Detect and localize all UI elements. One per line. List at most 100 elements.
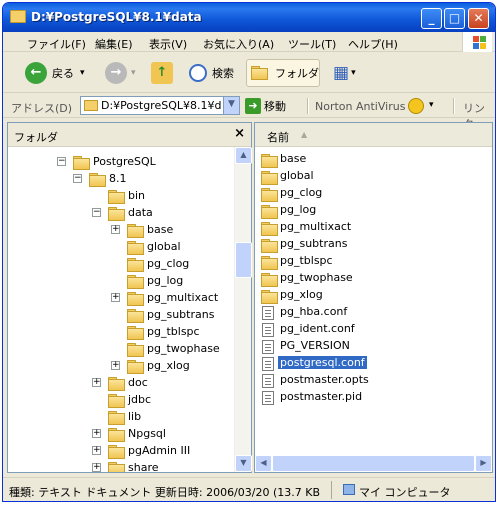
back-button[interactable]: ← 戻る ▾ (25, 59, 85, 87)
name-column-header[interactable]: 名前 ▲ (255, 123, 492, 147)
file-name: pg_multixact (280, 220, 352, 233)
tree-item[interactable]: − PostgreSQL (8, 153, 236, 170)
tree-item[interactable]: + doc (8, 374, 236, 391)
file-row[interactable]: postgresql.conf (259, 355, 459, 372)
norton-antivirus-label[interactable]: Norton AntiVirus (315, 100, 405, 113)
toolbar-separator (307, 98, 309, 114)
file-pane: 名前 ▲ base global pg_clog pg_log pg_multixact… (254, 122, 493, 473)
tree-item[interactable]: + base (8, 221, 236, 238)
tree-item[interactable]: lib (8, 408, 236, 425)
tree-item[interactable]: jdbc (8, 391, 236, 408)
folders-button[interactable]: フォルダ (246, 59, 320, 87)
menu-help[interactable]: ヘルプ(H) (348, 36, 398, 52)
file-row[interactable]: pg_tblspc (259, 253, 459, 270)
expand-icon[interactable]: + (92, 378, 101, 387)
file-row[interactable]: pg_twophase (259, 270, 459, 287)
folders-icon (251, 66, 269, 80)
go-button[interactable]: ➜ 移動 (245, 98, 286, 114)
folder-icon (261, 205, 278, 219)
file-row[interactable]: pg_log (259, 202, 459, 219)
folder-icon (108, 190, 125, 204)
tree-item[interactable]: pg_clog (8, 255, 236, 272)
expand-icon[interactable]: + (92, 429, 101, 438)
expand-icon[interactable]: + (111, 361, 120, 370)
back-label: 戻る (52, 67, 74, 80)
tree-item[interactable]: + pg_xlog (8, 357, 236, 374)
tree-item[interactable]: + pg_multixact (8, 289, 236, 306)
menu-view[interactable]: 表示(V) (149, 36, 187, 52)
status-zone-label: マイ コンピュータ (359, 486, 451, 499)
menu-edit[interactable]: 編集(E) (95, 36, 133, 52)
folder-icon (127, 275, 144, 289)
tree-item[interactable]: pg_subtrans (8, 306, 236, 323)
tree-item-label: pg_xlog (147, 359, 190, 372)
file-row[interactable]: pg_hba.conf (259, 304, 459, 321)
folder-icon (261, 222, 278, 236)
file-name: pg_hba.conf (280, 305, 348, 318)
forward-dropdown-icon[interactable]: ▾ (131, 68, 136, 78)
expand-icon[interactable]: + (92, 446, 101, 455)
maximize-button[interactable]: □ (444, 8, 465, 29)
tree-item[interactable]: bin (8, 187, 236, 204)
folder-icon (127, 326, 144, 340)
file-row[interactable]: postmaster.pid (259, 389, 459, 406)
scroll-left-button[interactable]: ◀ (255, 455, 272, 472)
vertical-scrollbar[interactable]: ▲ ▼ (234, 147, 252, 472)
up-arrow-icon: ↑ (151, 62, 173, 84)
folder-icon (108, 428, 125, 442)
file-row[interactable]: pg_clog (259, 185, 459, 202)
tree-item[interactable]: pg_twophase (8, 340, 236, 357)
file-row[interactable]: postmaster.opts (259, 372, 459, 389)
menu-tools[interactable]: ツール(T) (288, 36, 336, 52)
tree-item-label: jdbc (128, 393, 152, 406)
scroll-up-button[interactable]: ▲ (235, 147, 252, 164)
scroll-right-button[interactable]: ▶ (475, 455, 492, 472)
folder-icon (127, 241, 144, 255)
address-dropdown-button[interactable]: ▼ (223, 97, 239, 114)
file-row[interactable]: pg_subtrans (259, 236, 459, 253)
file-row[interactable]: PG_VERSION (259, 338, 459, 355)
forward-button[interactable]: → ▾ (105, 59, 136, 87)
folder-icon (108, 411, 125, 425)
up-folder-button[interactable]: ↑ (151, 59, 173, 87)
scroll-down-button[interactable]: ▼ (235, 455, 252, 472)
file-row[interactable]: global (259, 168, 459, 185)
menu-favorites[interactable]: お気に入り(A) (203, 36, 274, 52)
expand-icon[interactable]: + (111, 225, 120, 234)
file-row[interactable]: pg_multixact (259, 219, 459, 236)
scroll-thumb[interactable] (235, 242, 252, 278)
file-row[interactable]: pg_xlog (259, 287, 459, 304)
collapse-icon[interactable]: − (92, 208, 101, 217)
tree-item[interactable]: global (8, 238, 236, 255)
close-pane-icon[interactable]: × (234, 126, 245, 141)
horizontal-scrollbar[interactable]: ◀ ▶ (255, 455, 492, 472)
tree-item-label: pg_clog (147, 257, 190, 270)
menu-file[interactable]: ファイル(F) (27, 36, 86, 52)
tree-item[interactable]: + pgAdmin III (8, 442, 236, 459)
expand-icon[interactable]: + (111, 293, 120, 302)
toolbar: ← 戻る ▾ → ▾ ↑ 検索 フォルダ ▦ ▾ (3, 53, 495, 93)
address-input[interactable]: D:¥PostgreSQL¥8.1¥data ▼ (80, 96, 240, 115)
search-icon (189, 64, 207, 82)
my-computer-icon (343, 484, 355, 495)
search-button[interactable]: 検索 (189, 59, 234, 87)
file-row[interactable]: pg_ident.conf (259, 321, 459, 338)
norton-dropdown-icon[interactable]: ▾ (429, 100, 434, 110)
expand-icon[interactable]: + (92, 463, 101, 472)
tree-item[interactable]: pg_log (8, 272, 236, 289)
tree-item[interactable]: − 8.1 (8, 170, 236, 187)
title-bar[interactable]: D:¥PostgreSQL¥8.1¥data _ □ ✕ (3, 3, 495, 32)
close-button[interactable]: ✕ (468, 8, 489, 29)
tree-item[interactable]: − data (8, 204, 236, 221)
tree-item[interactable]: + Npgsql (8, 425, 236, 442)
minimize-button[interactable]: _ (421, 8, 442, 29)
collapse-icon[interactable]: − (57, 157, 66, 166)
views-button[interactable]: ▦ ▾ (333, 59, 356, 87)
norton-icon[interactable] (408, 98, 424, 114)
scroll-thumb[interactable] (272, 455, 475, 472)
tree-item[interactable]: pg_tblspc (8, 323, 236, 340)
collapse-icon[interactable]: − (73, 174, 82, 183)
back-dropdown-icon[interactable]: ▾ (80, 68, 85, 78)
tree-item[interactable]: + share (8, 459, 236, 472)
file-row[interactable]: base (259, 151, 459, 168)
